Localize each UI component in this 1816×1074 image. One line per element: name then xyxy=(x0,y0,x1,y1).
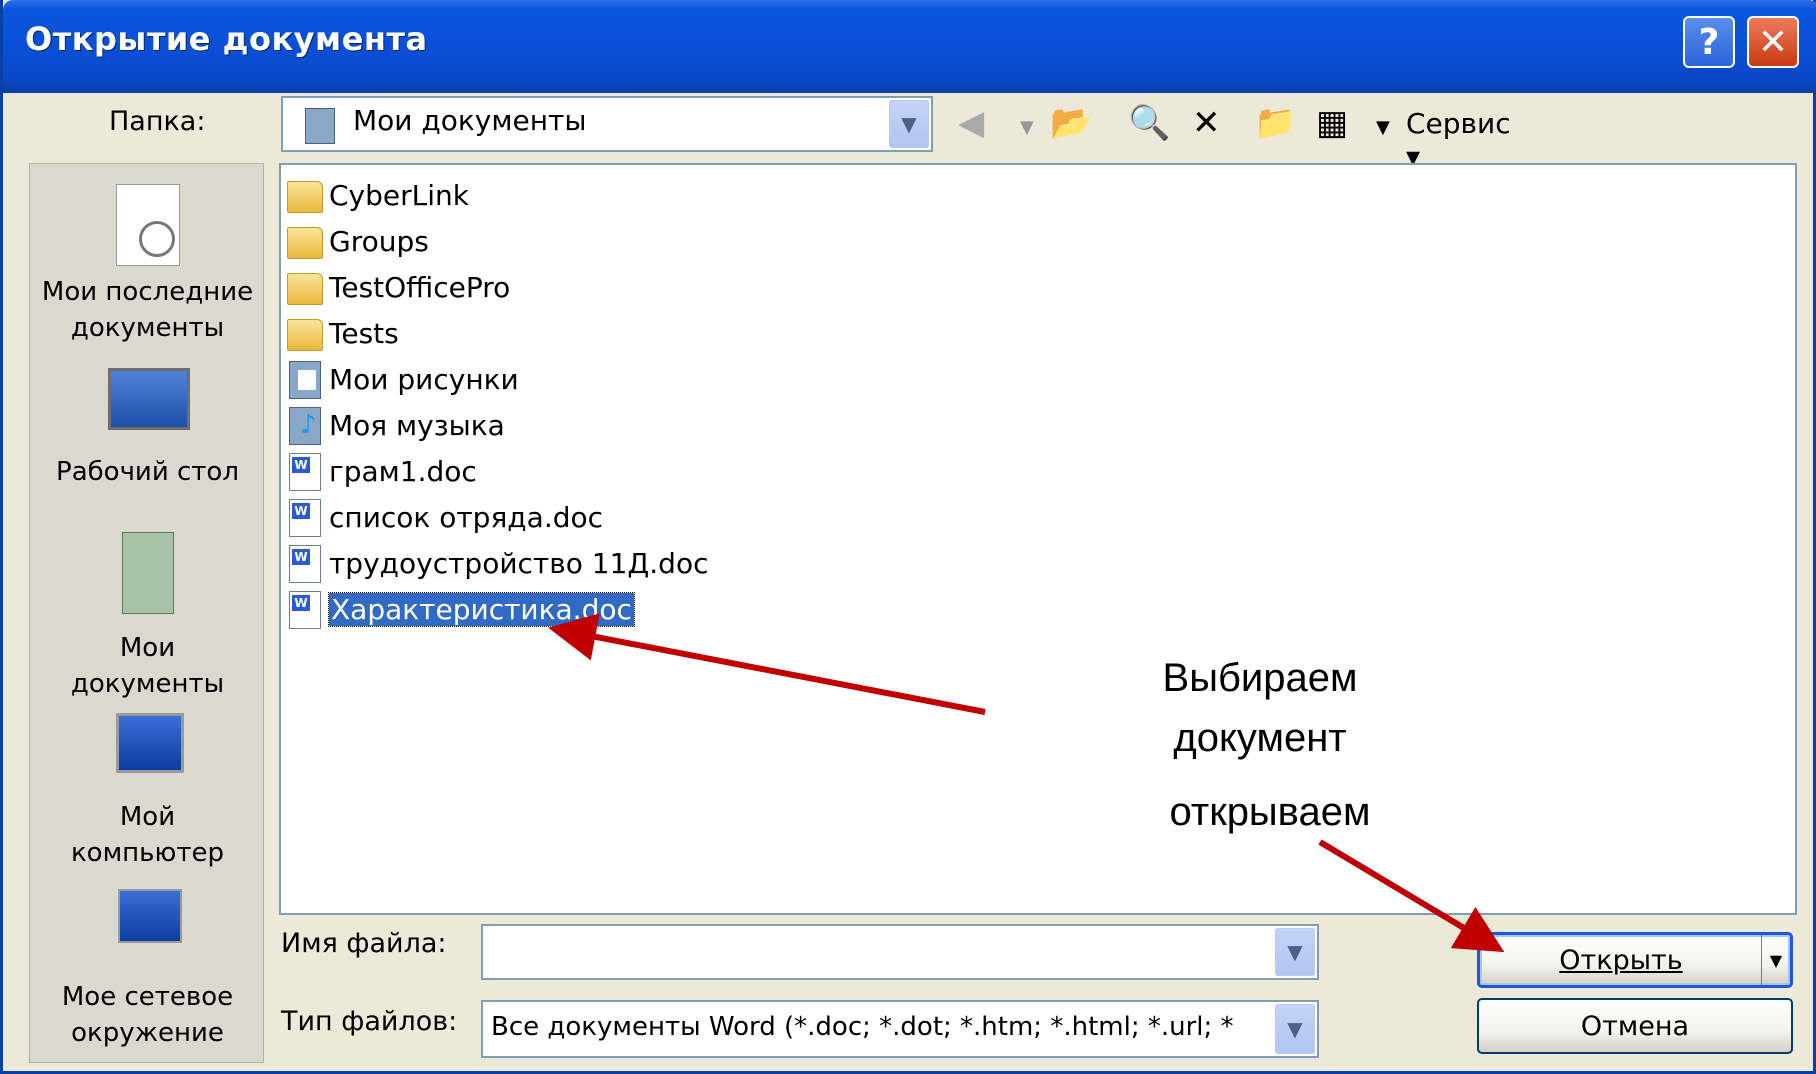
arrow-to-selected-file xyxy=(548,613,986,715)
arrow-to-open-button xyxy=(1318,839,1505,953)
annotation-arrows xyxy=(548,613,1505,953)
